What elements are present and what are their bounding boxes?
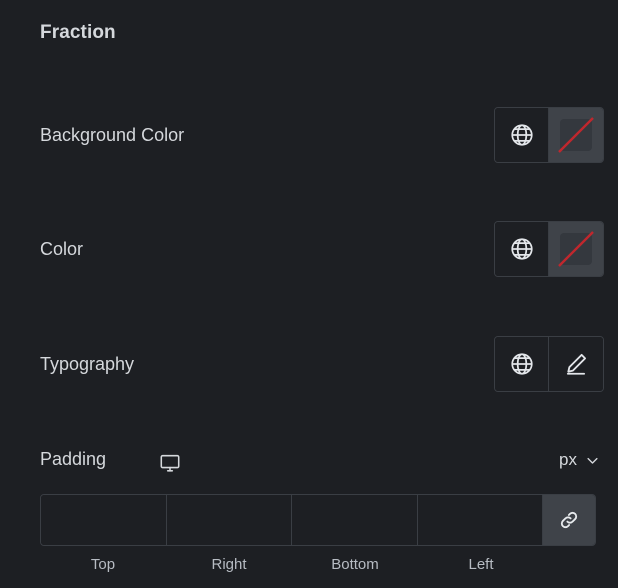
device-selector-button[interactable] xyxy=(157,450,183,476)
padding-label: Padding xyxy=(40,449,107,469)
globe-icon xyxy=(510,238,533,260)
padding-caption-top: Top xyxy=(90,556,116,573)
padding-link-values-button[interactable] xyxy=(543,495,595,545)
diagonal-slash-icon xyxy=(558,117,594,153)
padding-right-input[interactable] xyxy=(166,495,292,545)
padding-captions: Top Right Bottom Left xyxy=(40,556,544,573)
padding-caption-bottom: Bottom xyxy=(331,556,379,573)
globe-icon xyxy=(510,124,533,146)
row-label-background-color: Background Color xyxy=(40,124,185,145)
globe-icon xyxy=(510,353,533,375)
padding-input-group xyxy=(40,494,596,546)
color-globe-button[interactable] xyxy=(495,222,549,276)
chevron-down-icon xyxy=(587,457,598,464)
row-label-color: Color xyxy=(40,238,84,259)
typography-edit-button[interactable] xyxy=(549,337,603,391)
color-swatch-button[interactable] xyxy=(549,222,603,276)
padding-bottom-input[interactable] xyxy=(292,495,418,545)
typography-globe-button[interactable] xyxy=(495,337,549,391)
page-title: Fraction xyxy=(40,22,116,43)
padding-caption-right: Right xyxy=(211,556,247,573)
background-color-swatch-button[interactable] xyxy=(549,108,603,162)
background-color-control-group xyxy=(494,107,604,163)
padding-unit-value: px xyxy=(559,450,577,469)
padding-left-input[interactable] xyxy=(417,495,543,545)
setting-row-color: Color xyxy=(0,220,618,278)
row-label-typography: Typography xyxy=(40,353,135,374)
color-control-group xyxy=(494,221,604,277)
desktop-monitor-icon xyxy=(160,454,180,472)
padding-unit-selector[interactable]: px xyxy=(559,450,600,470)
padding-top-input[interactable] xyxy=(41,495,167,545)
padding-caption-left: Left xyxy=(468,556,494,573)
typography-control-group xyxy=(494,336,604,392)
background-color-globe-button[interactable] xyxy=(495,108,549,162)
setting-row-background-color: Background Color xyxy=(0,106,618,164)
diagonal-slash-icon xyxy=(558,231,594,267)
no-color-swatch-icon xyxy=(558,117,594,153)
no-color-swatch-icon xyxy=(558,231,594,267)
pencil-edit-icon xyxy=(566,353,587,375)
link-chain-icon xyxy=(560,511,578,529)
setting-row-typography: Typography xyxy=(0,335,618,393)
style-settings-panel: Fraction Background Color Color Typograp… xyxy=(0,0,618,588)
